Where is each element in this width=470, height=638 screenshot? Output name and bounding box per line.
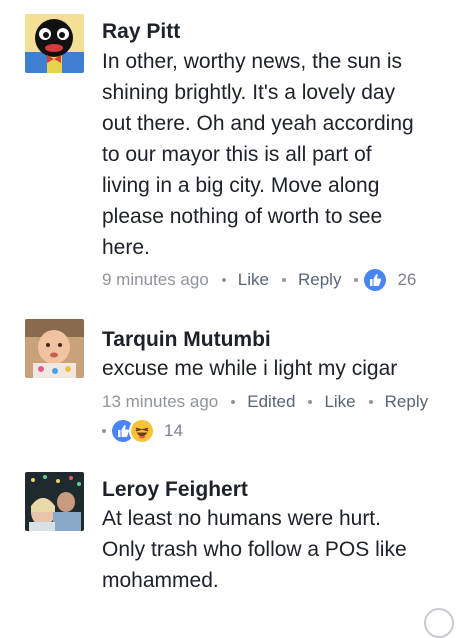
comment-text-line: out there. Oh and yeah according	[102, 112, 414, 135]
comment-text-line: In other, worthy news, the sun is	[102, 50, 402, 73]
separator-dot	[231, 400, 236, 404]
timestamp[interactable]: 13 minutes ago	[102, 390, 218, 414]
reaction-summary[interactable]: 14	[102, 418, 183, 444]
loading-spinner-icon	[424, 608, 454, 638]
separator-dot	[368, 400, 373, 404]
separator-dot	[102, 429, 106, 433]
comment-text-line: here.	[102, 236, 150, 259]
haha-reaction-icon[interactable]	[129, 418, 155, 444]
avatar[interactable]	[25, 319, 84, 378]
comment-text-line: At least no humans were hurt.	[102, 507, 381, 530]
like-reaction-icon[interactable]	[362, 267, 389, 293]
comment-text-line: mohammed.	[102, 569, 219, 592]
reply-button[interactable]: Reply	[385, 390, 428, 414]
like-button[interactable]: Like	[238, 268, 269, 292]
separator-dot	[308, 400, 313, 404]
comment-author[interactable]: Ray Pitt	[102, 18, 180, 46]
comment-text-line: to our mayor this is all part of	[102, 143, 372, 166]
separator-dot	[354, 278, 359, 282]
timestamp[interactable]: 9 minutes ago	[102, 268, 209, 292]
comment-meta: 9 minutes ago Like Reply 26	[102, 267, 416, 293]
comment-text: In other, worthy news, the sun is shinin…	[102, 46, 464, 263]
comment-meta: 13 minutes ago Edited Like Reply	[102, 390, 428, 414]
reply-button[interactable]: Reply	[298, 268, 341, 292]
comment-text: excuse me while i light my cigar	[102, 353, 464, 384]
separator-dot	[281, 278, 286, 282]
reaction-count[interactable]: 26	[397, 268, 416, 292]
comment-author[interactable]: Leroy Feighert	[102, 476, 248, 504]
edited-label[interactable]: Edited	[247, 390, 295, 414]
comment-text-line: Only trash who follow a POS like	[102, 538, 407, 561]
avatar[interactable]	[25, 14, 84, 73]
comment-text: At least no humans were hurt. Only trash…	[102, 503, 464, 596]
comment-text-line: excuse me while i light my cigar	[102, 357, 398, 380]
comment-author[interactable]: Tarquin Mutumbi	[102, 326, 271, 354]
separator-dot	[221, 278, 226, 282]
comment-text-line: please nothing of worth to see	[102, 205, 383, 228]
like-button[interactable]: Like	[324, 390, 355, 414]
reaction-count[interactable]: 14	[164, 419, 183, 443]
avatar[interactable]	[25, 472, 84, 531]
comment-text-line: living in a big city. Move along	[102, 174, 380, 197]
comment-text-line: shining brightly. It's a lovely day	[102, 81, 396, 104]
